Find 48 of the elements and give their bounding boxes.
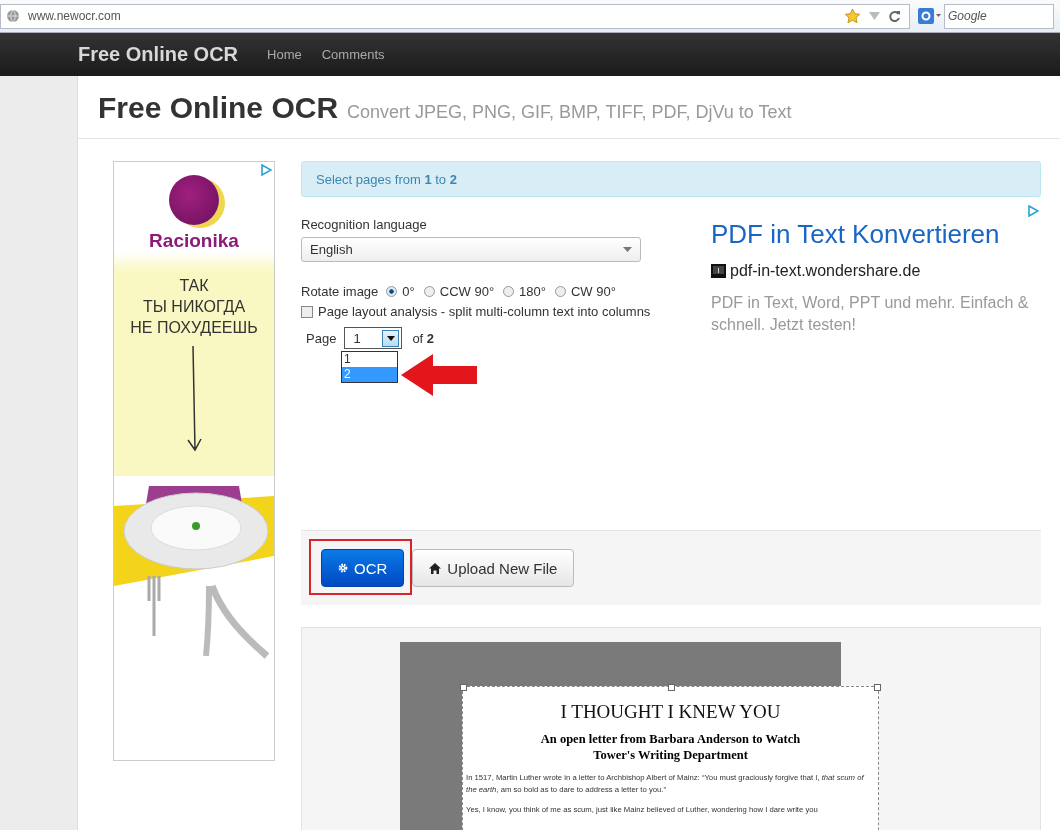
rotate-radio[interactable]: 0° xyxy=(386,284,415,299)
ad-headline: НЕ ПОХУДЕЕШЬ xyxy=(130,317,258,338)
search-field[interactable]: Google xyxy=(944,3,1054,29)
resize-handle[interactable] xyxy=(460,684,467,691)
field-label: Page xyxy=(306,330,337,346)
nav-link[interactable]: Comments xyxy=(321,47,385,62)
brand-link[interactable]: Free Online OCR xyxy=(78,43,239,66)
language-select[interactable]: English xyxy=(301,237,641,262)
upload-button[interactable]: Upload New File xyxy=(412,549,575,587)
page-title: Free Online OCR xyxy=(98,91,339,125)
field-label: Rotate image xyxy=(301,284,379,299)
resize-handle[interactable] xyxy=(874,684,881,691)
rotate-radio[interactable]: 180° xyxy=(503,284,546,299)
ad-description: PDF in Text, Word, PPT und mehr. Einfach & schnell. Jetzt testen! xyxy=(711,293,1030,335)
url-text: www.newocr.com xyxy=(28,9,121,23)
address-bar[interactable]: www.newocr.com xyxy=(0,3,910,29)
page-select[interactable]: 1 xyxy=(344,327,403,349)
resize-handle[interactable] xyxy=(667,684,675,691)
ad-headline: ТЫ НИКОГДА xyxy=(142,296,246,317)
globe-icon xyxy=(6,9,20,23)
rotate-radio[interactable]: CW 90° xyxy=(555,284,616,299)
ad-domain: pdf-in-text.wondershare.de xyxy=(730,262,921,280)
ocr-button[interactable]: OCR xyxy=(321,549,405,587)
ad-choices-icon[interactable] xyxy=(260,164,272,176)
ad-headline: ТАК xyxy=(179,276,209,296)
page-count: of 2 xyxy=(412,330,435,346)
document-subtitle: An open letter from Barbara Anderson to Watch Tower's Writing Department xyxy=(539,731,802,764)
ad-brand: Racionika xyxy=(149,230,239,252)
reload-icon[interactable] xyxy=(888,9,901,23)
nav-link[interactable]: Home xyxy=(267,47,302,62)
ad-choices-icon[interactable] xyxy=(1027,205,1039,217)
field-label: Recognition language xyxy=(301,217,428,232)
gear-icon xyxy=(338,563,348,573)
search-engine-icon[interactable] xyxy=(918,8,942,24)
caret-icon xyxy=(386,335,395,341)
home-icon xyxy=(429,562,442,574)
caret-icon xyxy=(623,247,632,252)
document-title: I THOUGHT I KNEW YOU xyxy=(560,701,781,723)
star-icon[interactable] xyxy=(844,8,861,24)
info-alert: Select pages from 1 to 2 xyxy=(301,161,1041,197)
site-icon xyxy=(711,264,726,278)
arrow-left-icon xyxy=(401,354,477,396)
page-subtitle: Convert JPEG, PNG, GIF, BMP, TIFF, PDF, DjVu to Text xyxy=(347,102,792,123)
banner-ad[interactable]: Racionika ТАК ТЫ НИКОГДА НЕ ПОХУДЕЕШЬ xyxy=(113,161,275,761)
page-option[interactable]: 1 xyxy=(342,352,397,367)
layout-checkbox[interactable]: Page layout analysis - split multi-column text into columns xyxy=(301,304,701,319)
ad-title-link[interactable]: PDF in Text Konvertieren xyxy=(711,219,1041,250)
rotate-radio[interactable]: CCW 90° xyxy=(423,284,495,299)
